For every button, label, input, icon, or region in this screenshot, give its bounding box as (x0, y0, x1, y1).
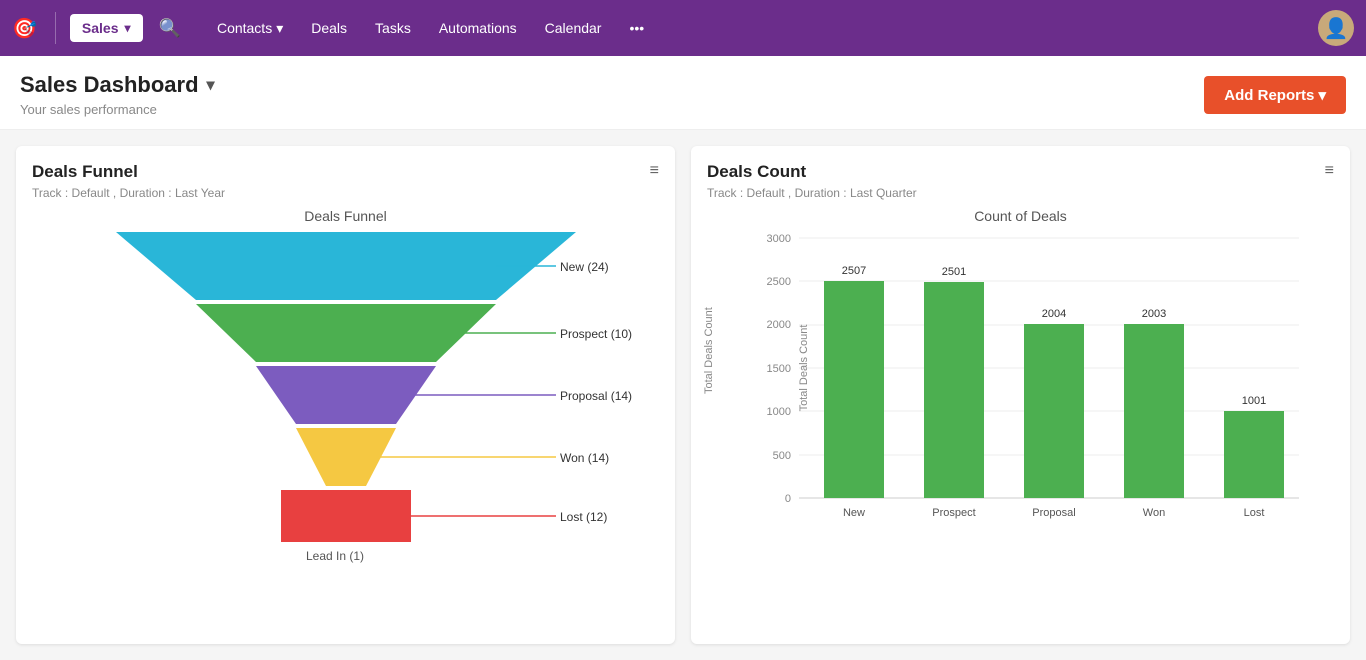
contacts-chevron-icon: ▾ (276, 20, 283, 37)
svg-text:1001: 1001 (1242, 395, 1266, 407)
svg-text:2507: 2507 (842, 265, 866, 277)
funnel-card-subtitle: Track : Default , Duration : Last Year (32, 186, 225, 200)
funnel-chart-container: Deals Funnel New (24) Prospect (10) Prop… (32, 208, 659, 588)
svg-text:Proposal (14): Proposal (14) (560, 389, 632, 403)
svg-text:2501: 2501 (942, 266, 966, 278)
sales-dropdown[interactable]: Sales ▾ (70, 14, 143, 42)
deals-count-title: Deals Count (707, 162, 917, 182)
automations-label: Automations (439, 20, 517, 36)
svg-text:2003: 2003 (1142, 308, 1166, 320)
svg-text:1000: 1000 (767, 406, 791, 418)
deals-count-menu-icon[interactable]: ≡ (1325, 162, 1334, 180)
nav-automations[interactable]: Automations (427, 14, 529, 43)
nav-divider (55, 12, 56, 44)
nav-tasks[interactable]: Tasks (363, 14, 423, 43)
page-header: Sales Dashboard ▾ Your sales performance… (0, 56, 1366, 130)
nav-deals[interactable]: Deals (299, 14, 359, 43)
deals-funnel-card: Deals Funnel Track : Default , Duration … (16, 146, 675, 644)
svg-text:0: 0 (785, 493, 791, 505)
svg-text:Lost (12): Lost (12) (560, 510, 607, 524)
bar-prospect (924, 282, 984, 498)
svg-text:500: 500 (773, 450, 791, 462)
title-chevron-icon: ▾ (207, 75, 215, 95)
svg-text:2500: 2500 (767, 276, 791, 288)
svg-text:3000: 3000 (767, 233, 791, 245)
svg-text:2000: 2000 (767, 319, 791, 331)
search-icon[interactable]: 🔍 (159, 18, 181, 39)
nav-items: Contacts ▾ Deals Tasks Automations Calen… (205, 14, 1310, 43)
title-group: Sales Dashboard ▾ Your sales performance (20, 72, 215, 117)
add-reports-label: Add Reports ▾ (1224, 86, 1326, 104)
deals-label: Deals (311, 20, 347, 36)
page-title: Sales Dashboard ▾ (20, 72, 215, 98)
nav-more[interactable]: ••• (617, 14, 656, 43)
deals-count-card: Deals Count Track : Default , Duration :… (691, 146, 1350, 644)
nav-calendar[interactable]: Calendar (533, 14, 614, 43)
funnel-card-title: Deals Funnel (32, 162, 225, 182)
svg-text:Proposal: Proposal (1032, 507, 1075, 519)
svg-text:Lead In (1): Lead In (1) (306, 549, 364, 563)
svg-text:Total Deals Count: Total Deals Count (798, 325, 810, 412)
nav-contacts[interactable]: Contacts ▾ (205, 14, 295, 43)
calendar-label: Calendar (545, 20, 602, 36)
funnel-chart-svg: New (24) Prospect (10) Proposal (14) Won… (36, 232, 656, 572)
svg-text:Prospect: Prospect (932, 507, 975, 519)
svg-text:Won (14): Won (14) (560, 451, 609, 465)
svg-text:Lost: Lost (1244, 507, 1265, 519)
bar-lost (1224, 411, 1284, 498)
app-logo-icon: 🎯 (12, 16, 37, 41)
svg-text:2004: 2004 (1042, 308, 1066, 320)
chevron-down-icon: ▾ (125, 21, 131, 35)
funnel-card-header: Deals Funnel Track : Default , Duration … (32, 162, 659, 208)
svg-text:Won: Won (1143, 507, 1165, 519)
bar-chart-title: Count of Deals (707, 208, 1334, 224)
contacts-label: Contacts (217, 20, 272, 36)
add-reports-button[interactable]: Add Reports ▾ (1204, 76, 1346, 114)
deals-count-subtitle: Track : Default , Duration : Last Quarte… (707, 186, 917, 200)
bar-new (824, 281, 884, 498)
svg-text:Prospect (10): Prospect (10) (560, 327, 632, 341)
y-axis-label: Total Deals Count (703, 354, 715, 394)
navbar: 🎯 Sales ▾ 🔍 Contacts ▾ Deals Tasks Autom… (0, 0, 1366, 56)
page-subtitle: Your sales performance (20, 102, 215, 117)
user-avatar[interactable]: 👤 (1318, 10, 1354, 46)
tasks-label: Tasks (375, 20, 411, 36)
svg-text:New (24): New (24) (560, 260, 609, 274)
more-icon: ••• (629, 20, 644, 36)
funnel-menu-icon[interactable]: ≡ (650, 162, 659, 180)
bar-proposal (1024, 324, 1084, 498)
page-title-text: Sales Dashboard (20, 72, 199, 98)
funnel-chart-title: Deals Funnel (32, 208, 659, 224)
main-content: Deals Funnel Track : Default , Duration … (0, 130, 1366, 660)
svg-text:1500: 1500 (767, 363, 791, 375)
svg-text:New: New (843, 507, 865, 519)
deals-count-header: Deals Count Track : Default , Duration :… (707, 162, 1334, 208)
bar-won (1124, 324, 1184, 498)
bar-chart-svg: 3000 2500 2000 1500 1000 500 0 Total Dea… (759, 228, 1319, 538)
sales-dropdown-label: Sales (82, 20, 119, 36)
